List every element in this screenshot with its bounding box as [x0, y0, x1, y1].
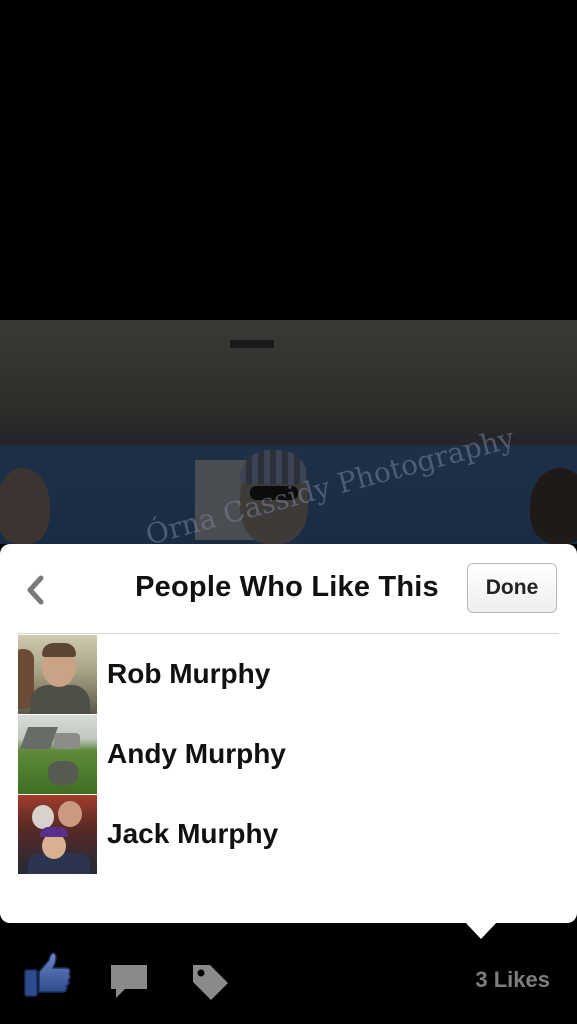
likes-popover: People Who Like This Done Rob Murphy And… — [0, 544, 577, 939]
like-button[interactable] — [22, 950, 72, 998]
photo-person-right — [530, 468, 577, 544]
background-photo: Órna Cassidy Photography — [0, 320, 577, 544]
done-button[interactable]: Done — [467, 563, 557, 613]
avatar — [18, 794, 97, 874]
bottom-toolbar: 3 Likes — [0, 940, 577, 1024]
back-button[interactable] — [22, 574, 48, 606]
list-item[interactable]: Andy Murphy — [18, 714, 559, 794]
photo-person-left — [0, 468, 50, 544]
popover-title: People Who Like This — [135, 571, 439, 603]
tag-button[interactable] — [190, 962, 230, 1002]
person-name: Andy Murphy — [107, 738, 286, 769]
comment-button[interactable] — [110, 964, 148, 1000]
tag-icon — [193, 965, 228, 1000]
person-name: Jack Murphy — [107, 818, 279, 849]
ceiling-light — [230, 340, 274, 348]
people-list: Rob Murphy Andy Murphy Jack Murphy — [18, 634, 559, 874]
likes-count-link[interactable]: 3 Likes — [475, 967, 550, 993]
avatar — [18, 714, 97, 794]
list-item[interactable]: Rob Murphy — [18, 634, 559, 714]
comment-icon — [111, 965, 147, 998]
chevron-left-icon — [27, 575, 44, 605]
list-item[interactable]: Jack Murphy — [18, 794, 559, 874]
avatar — [18, 634, 97, 714]
person-name: Rob Murphy — [107, 658, 271, 689]
popover-pointer — [464, 921, 498, 939]
thumbs-up-icon — [24, 952, 71, 997]
